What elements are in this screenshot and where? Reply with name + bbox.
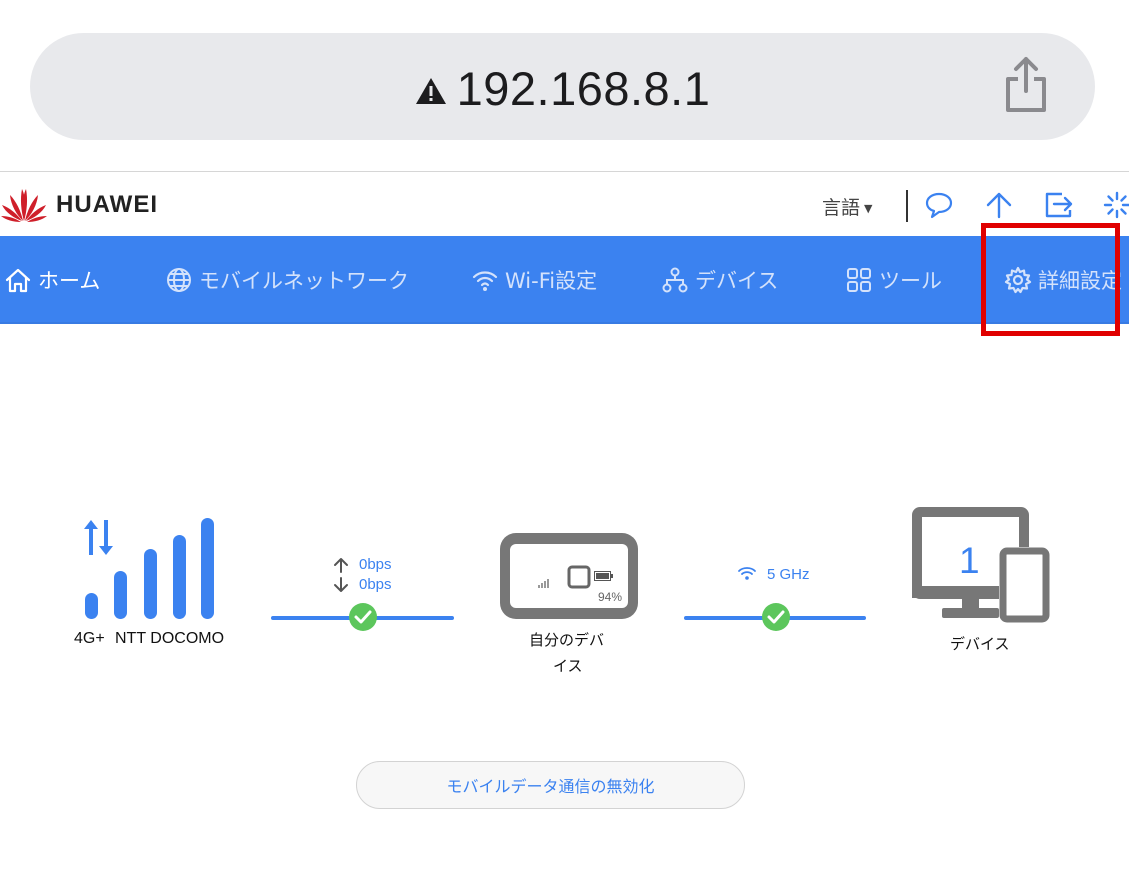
language-dropdown[interactable]: 言語 ▼	[822, 193, 872, 220]
devices-label: デバイス	[950, 635, 1010, 653]
grid-icon	[847, 268, 871, 292]
highlight-annotation	[981, 223, 1120, 336]
chat-icon[interactable]	[924, 190, 954, 224]
nav-item-tools[interactable]: ツール	[845, 236, 942, 324]
nav-label: ツール	[879, 269, 942, 293]
download-rate: 0bps	[359, 576, 392, 593]
divider	[0, 171, 1129, 172]
nav-item-devices[interactable]: デバイス	[661, 236, 778, 324]
share-icon[interactable]	[1003, 55, 1049, 119]
caret-down-icon: ▼	[864, 202, 873, 215]
carrier-name: NTT DOCOMO	[115, 630, 225, 647]
check-circle-icon	[349, 603, 377, 631]
wifi-small-icon	[738, 567, 756, 580]
loading-icon	[1102, 190, 1129, 224]
battery-level: 94%	[597, 590, 622, 604]
logout-icon[interactable]	[1044, 190, 1074, 224]
check-circle-icon	[762, 603, 790, 631]
nav-item-mobile-network[interactable]: モバイルネットワーク	[165, 236, 409, 324]
disable-mobile-data-button[interactable]: モバイルデータ通信の無効化	[356, 761, 745, 809]
main-navigation: ホーム モバイルネットワーク Wi-Fi設定 デバイス ツール 詳細設定	[0, 236, 1129, 324]
home-icon	[5, 268, 31, 293]
upload-rate: 0bps	[359, 556, 392, 573]
up-down-arrows-icon	[334, 558, 348, 592]
address-bar[interactable]: 192.168.8.1	[30, 33, 1095, 140]
nav-item-home[interactable]: ホーム	[4, 236, 100, 324]
language-label: 言語	[822, 197, 861, 219]
nav-item-wifi-settings[interactable]: Wi-Fi設定	[471, 236, 597, 324]
nav-label: デバイス	[695, 269, 779, 293]
header-separator	[906, 190, 908, 222]
nav-label: モバイルネットワーク	[199, 269, 409, 293]
network-tree-icon	[662, 267, 688, 293]
my-device-label-line2: イス	[553, 657, 583, 675]
nav-label: ホーム	[38, 269, 101, 293]
wifi-band: 5 GHz	[767, 566, 810, 583]
monitor-phone-icon	[912, 507, 1050, 623]
home-button-icon	[567, 565, 591, 589]
warning-triangle-icon	[415, 61, 447, 116]
signal-bars-icon	[84, 518, 214, 619]
brand-name: HUAWEI	[56, 191, 158, 218]
wifi-icon	[472, 271, 498, 291]
my-device-label-line1: 自分のデバ	[529, 631, 605, 649]
mini-signal-icon	[538, 579, 549, 588]
device-count: 1	[959, 540, 980, 581]
router-device-icon: 94%	[500, 533, 638, 619]
huawei-flower-icon	[1, 189, 47, 222]
nav-label: Wi-Fi設定	[505, 269, 598, 293]
network-type: 4G+	[74, 630, 105, 647]
globe-icon	[167, 268, 191, 292]
battery-icon	[594, 571, 613, 581]
url-text: 192.168.8.1	[456, 62, 711, 115]
update-arrow-icon[interactable]	[984, 190, 1014, 224]
huawei-logo: HUAWEI	[0, 185, 158, 225]
